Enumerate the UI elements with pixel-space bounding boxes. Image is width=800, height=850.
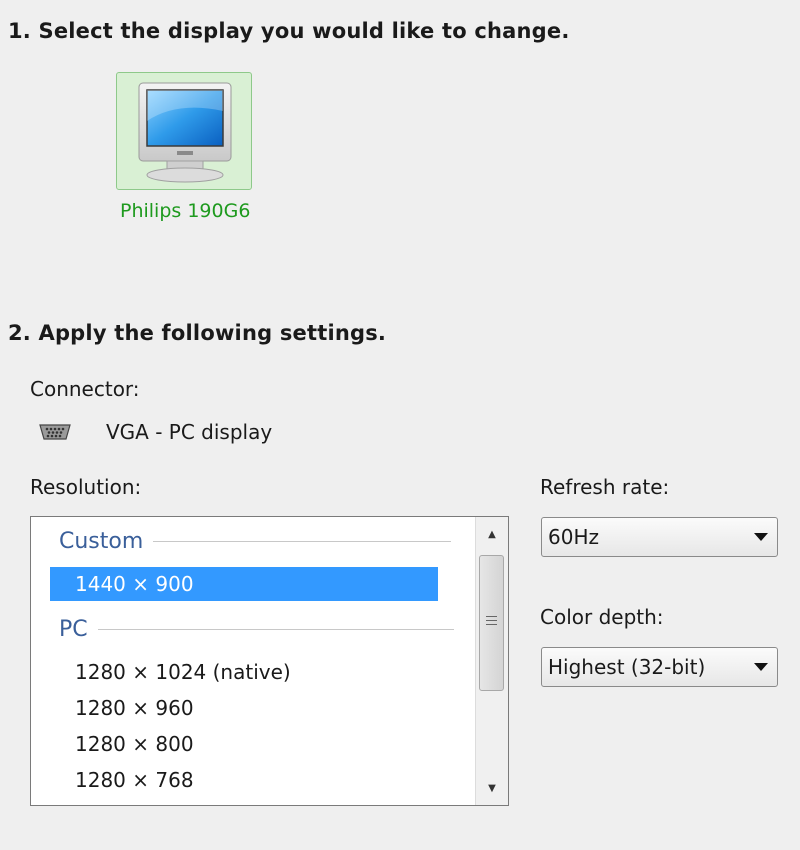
resolution-listbox[interactable]: Custom 1440 × 900 PC 1280 × 1024 (native… [30,516,509,806]
dropdown-arrow-icon [754,533,768,541]
connector-label: Connector: [30,377,140,401]
step1-title: 1. Select the display you would like to … [8,19,570,43]
group-header-label: PC [59,617,88,642]
group-header-pc: PC [59,617,454,642]
display-tile-philips[interactable] [116,72,252,190]
grip-icon [486,616,497,628]
resolution-item[interactable]: 1280 × 960 [50,691,438,725]
refresh-rate-dropdown[interactable]: 60Hz [541,517,778,557]
color-depth-label: Color depth: [540,605,664,629]
dropdown-arrow-icon [754,663,768,671]
scrollbar-thumb[interactable] [479,555,504,691]
group-divider [153,541,452,542]
group-header-label: Custom [59,529,144,554]
scroll-up-arrow-icon[interactable]: ▲ [476,521,508,547]
monitor-icon [138,82,232,183]
vga-connector-icon [39,424,71,440]
group-header-custom: Custom [59,529,452,554]
color-depth-dropdown[interactable]: Highest (32-bit) [541,647,778,687]
resolution-label: Resolution: [30,475,142,499]
scroll-down-arrow-icon[interactable]: ▼ [476,775,508,801]
refresh-rate-label: Refresh rate: [540,475,670,499]
resolution-item[interactable]: 1280 × 800 [50,727,438,761]
color-depth-value: Highest (32-bit) [548,655,706,679]
connector-value: VGA - PC display [106,420,273,444]
resolution-item[interactable]: 1280 × 768 [50,763,438,797]
resolution-item[interactable]: 1280 × 1024 (native) [50,655,438,689]
listbox-scrollbar[interactable]: ▲ ▼ [475,517,508,805]
resolution-item-selected[interactable]: 1440 × 900 [50,567,438,601]
step2-title: 2. Apply the following settings. [8,321,387,345]
refresh-rate-value: 60Hz [548,525,599,549]
group-divider [97,629,454,630]
display-name[interactable]: Philips 190G6 [120,200,250,222]
